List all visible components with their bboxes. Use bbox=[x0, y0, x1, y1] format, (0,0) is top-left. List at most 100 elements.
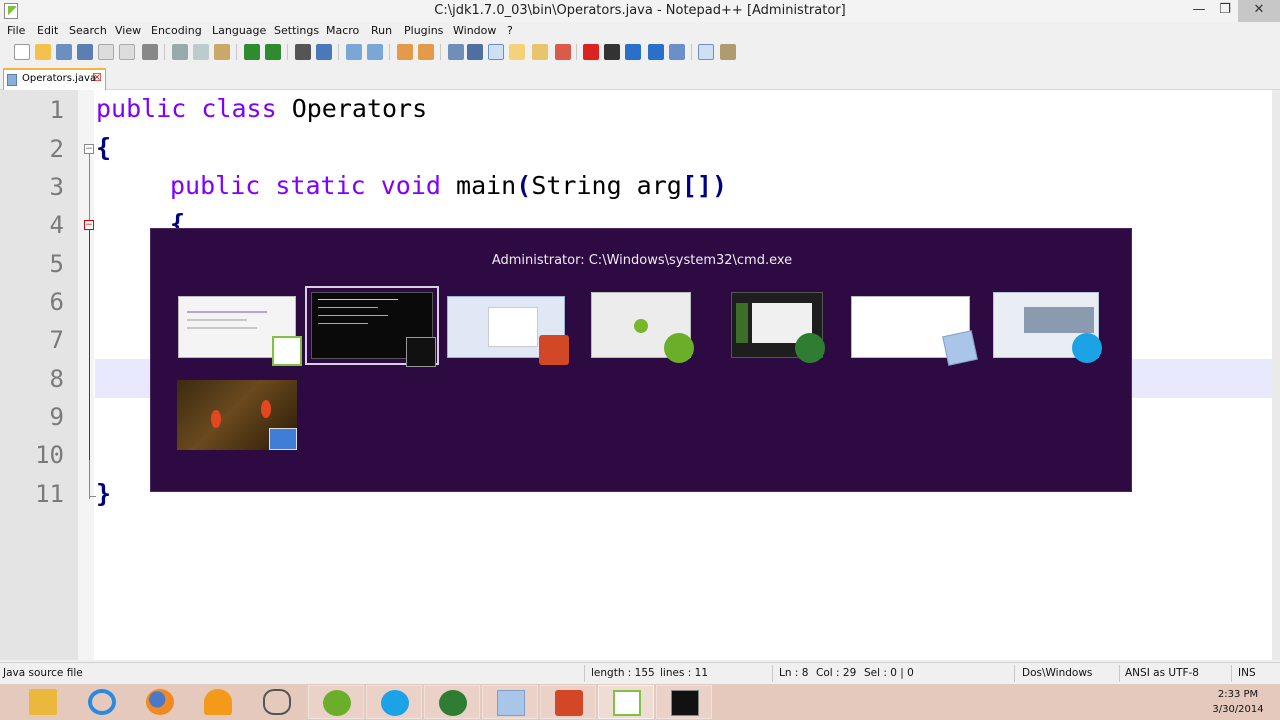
menu-run[interactable]: Run bbox=[371, 24, 392, 37]
zoom-in-icon[interactable] bbox=[346, 44, 362, 60]
brace: { bbox=[96, 133, 112, 162]
menu-help[interactable]: ? bbox=[507, 24, 513, 37]
minimize-button[interactable]: — bbox=[1186, 0, 1212, 22]
window-title: C:\jdk1.7.0_03\bin\Operators.java - Note… bbox=[434, 3, 846, 18]
taskbar-ccleaner[interactable] bbox=[424, 685, 480, 719]
new-file-icon[interactable] bbox=[14, 44, 30, 60]
taskbar-powerpoint[interactable] bbox=[540, 685, 596, 719]
toolbar-separator bbox=[691, 44, 692, 60]
line-number: 5 bbox=[49, 250, 64, 278]
open-file-icon[interactable] bbox=[35, 44, 51, 60]
taskbar-utorrent[interactable] bbox=[308, 685, 364, 719]
menu-search[interactable]: Search bbox=[69, 24, 107, 37]
taskbar-sony-vaio[interactable] bbox=[249, 685, 305, 719]
toolbar-separator bbox=[440, 44, 441, 60]
save-all-icon[interactable] bbox=[77, 44, 93, 60]
user-language-icon[interactable] bbox=[509, 44, 525, 60]
stop-recording-icon[interactable] bbox=[604, 44, 620, 60]
menu-macro[interactable]: Macro bbox=[326, 24, 359, 37]
status-ln: Ln : 8 bbox=[779, 667, 809, 679]
redo-icon[interactable] bbox=[265, 44, 281, 60]
taskbar-notepadpp[interactable] bbox=[598, 685, 654, 719]
cut-icon[interactable] bbox=[172, 44, 188, 60]
paste-icon[interactable] bbox=[214, 44, 230, 60]
taskbar-avast[interactable] bbox=[190, 685, 246, 719]
line-number: 7 bbox=[49, 326, 64, 354]
plugin-tool-icon[interactable] bbox=[720, 44, 736, 60]
save-macro-icon[interactable] bbox=[669, 44, 685, 60]
indent-guide-icon[interactable] bbox=[488, 44, 504, 60]
fold-toggle-icon[interactable]: − bbox=[84, 144, 94, 154]
sync-horizontal-icon[interactable] bbox=[418, 44, 434, 60]
taskbar-firefox[interactable] bbox=[132, 685, 188, 719]
keyword: void bbox=[380, 171, 441, 200]
keyword: public bbox=[96, 94, 187, 123]
taskbar-notepad[interactable] bbox=[482, 685, 538, 719]
menu-language[interactable]: Language bbox=[212, 24, 266, 37]
playback-icon[interactable] bbox=[625, 44, 641, 60]
notepad-icon bbox=[497, 690, 525, 716]
run-macro-multiple-icon[interactable] bbox=[648, 44, 664, 60]
sync-vertical-icon[interactable] bbox=[397, 44, 413, 60]
utorrent-icon bbox=[323, 690, 351, 716]
close-file-icon[interactable] bbox=[98, 44, 114, 60]
tab-label: Operators.java bbox=[22, 73, 97, 84]
taskbar-cmd[interactable] bbox=[656, 685, 712, 719]
record-macro-icon[interactable] bbox=[583, 44, 599, 60]
close-all-icon[interactable] bbox=[119, 44, 135, 60]
menu-edit[interactable]: Edit bbox=[37, 24, 58, 37]
fold-line-active bbox=[89, 230, 90, 460]
tab-operators-java[interactable]: Operators.java ☒ bbox=[3, 68, 106, 90]
menu-plugins[interactable]: Plugins bbox=[404, 24, 443, 37]
brace: } bbox=[96, 479, 112, 508]
keyword: class bbox=[201, 94, 277, 123]
keyword: public bbox=[170, 171, 261, 200]
line-number: 2 bbox=[49, 135, 64, 163]
function-list-icon[interactable] bbox=[555, 44, 571, 60]
copy-icon[interactable] bbox=[193, 44, 209, 60]
taskbar-file-explorer[interactable] bbox=[15, 685, 71, 719]
taskbar bbox=[0, 684, 1280, 720]
menu-settings[interactable]: Settings bbox=[274, 24, 319, 37]
brackets: [] bbox=[681, 171, 712, 200]
menu-encoding[interactable]: Encoding bbox=[151, 24, 202, 37]
undo-icon[interactable] bbox=[244, 44, 260, 60]
notepad-icon bbox=[942, 330, 978, 366]
restore-button[interactable]: ❐ bbox=[1212, 0, 1238, 22]
taskbar-internet-explorer[interactable] bbox=[74, 685, 130, 719]
status-eol: Dos\Windows bbox=[1022, 667, 1093, 679]
tab-bar: Operators.java ☒ bbox=[0, 64, 1280, 90]
print-icon[interactable] bbox=[142, 44, 158, 60]
ccleaner-icon bbox=[795, 333, 825, 363]
word-wrap-icon[interactable] bbox=[448, 44, 464, 60]
fold-margin bbox=[78, 90, 94, 660]
find-icon[interactable] bbox=[295, 44, 311, 60]
menu-window[interactable]: Window bbox=[453, 24, 496, 37]
status-file-type: Java source file bbox=[3, 667, 83, 679]
vertical-scrollbar[interactable] bbox=[1272, 90, 1280, 660]
status-divider bbox=[1014, 665, 1015, 682]
document-map-icon[interactable] bbox=[532, 44, 548, 60]
fold-toggle-icon[interactable]: − bbox=[84, 220, 94, 230]
code-line-1: public class Operators bbox=[96, 94, 427, 123]
line-number: 11 bbox=[35, 480, 64, 508]
taskbar-skype[interactable] bbox=[366, 685, 422, 719]
toolbar-separator bbox=[287, 44, 288, 60]
zoom-out-icon[interactable] bbox=[367, 44, 383, 60]
close-tab-icon[interactable]: ☒ bbox=[92, 71, 102, 84]
clock-date: 3/30/2014 bbox=[1212, 704, 1264, 715]
toolbar-separator bbox=[236, 44, 237, 60]
save-icon[interactable] bbox=[56, 44, 72, 60]
menu-view[interactable]: View bbox=[115, 24, 141, 37]
system-clock[interactable]: 2:33 PM 3/30/2014 bbox=[1196, 687, 1280, 717]
close-button[interactable]: ✕ bbox=[1238, 0, 1280, 22]
replace-icon[interactable] bbox=[316, 44, 332, 60]
toolbar-separator bbox=[576, 44, 577, 60]
menu-file[interactable]: File bbox=[7, 24, 25, 37]
spell-check-icon[interactable] bbox=[698, 44, 714, 60]
line-number: 4 bbox=[49, 211, 64, 239]
cmd-icon bbox=[406, 337, 436, 367]
line-number: 9 bbox=[49, 403, 64, 431]
internet-explorer-icon bbox=[88, 689, 116, 715]
show-all-characters-icon[interactable] bbox=[467, 44, 483, 60]
